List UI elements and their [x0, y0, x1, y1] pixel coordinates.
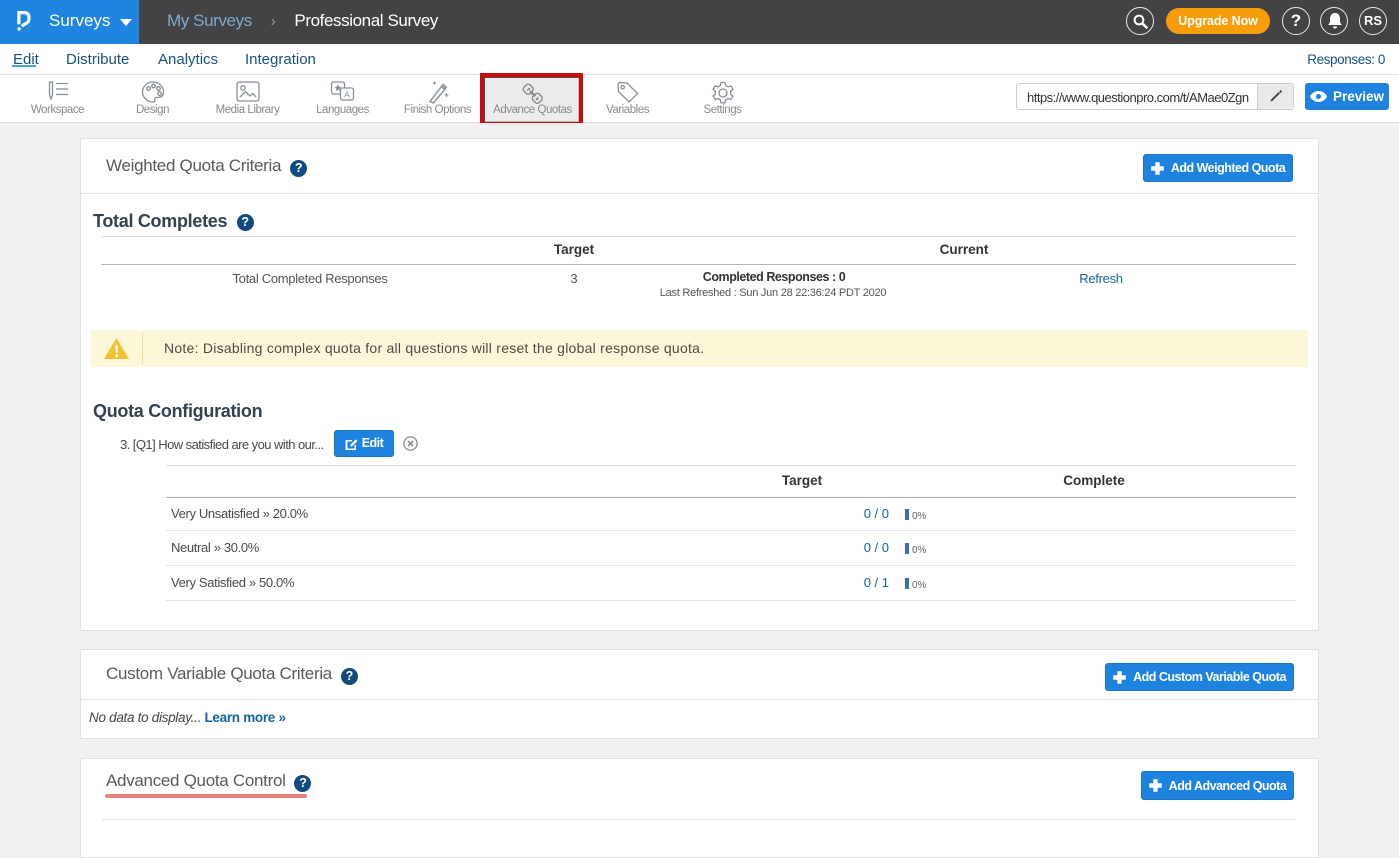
- svg-text:A: A: [344, 90, 350, 100]
